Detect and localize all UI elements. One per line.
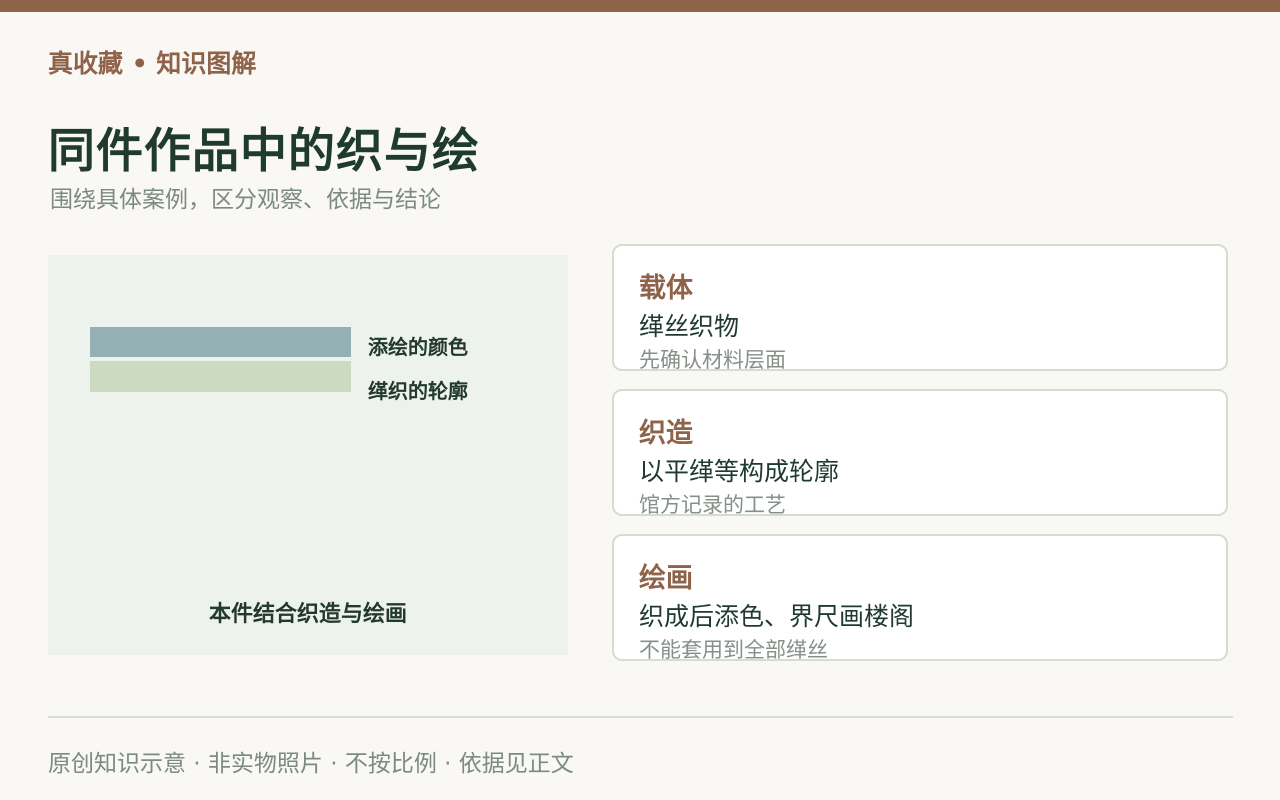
painted-color-label: 添绘的颜色 <box>368 335 468 359</box>
page-subtitle: 围绕具体案例，区分观察、依据与结论 <box>50 187 441 213</box>
page: 真收藏 • 知识图解 同件作品中的织与绘 围绕具体案例，区分观察、依据与结论 添… <box>0 0 1280 800</box>
woven-outline-label: 缂织的轮廓 <box>368 379 468 403</box>
card-note: 不能套用到全部缂丝 <box>639 638 828 661</box>
woven-outline-layer <box>90 361 351 392</box>
info-card-weaving: 织造 以平缂等构成轮廓 馆方记录的工艺 <box>612 389 1228 516</box>
brand-label: 真收藏 • 知识图解 <box>48 49 257 78</box>
footer-divider <box>48 716 1233 718</box>
card-note: 先确认材料层面 <box>639 348 786 371</box>
card-title: 织造 <box>639 418 693 449</box>
page-title: 同件作品中的织与绘 <box>48 124 480 179</box>
info-card-carrier: 载体 缂丝织物 先确认材料层面 <box>612 244 1228 371</box>
top-accent-bar <box>0 0 1280 12</box>
layer-diagram: 添绘的颜色 缂织的轮廓 本件结合织造与绘画 <box>48 255 568 655</box>
info-card-painting: 绘画 织成后添色、界尺画楼阁 不能套用到全部缂丝 <box>612 534 1228 661</box>
card-note: 馆方记录的工艺 <box>639 493 786 516</box>
card-title: 载体 <box>639 273 693 304</box>
card-value: 织成后添色、界尺画楼阁 <box>639 602 915 631</box>
footer-note: 原创知识示意 · 非实物照片 · 不按比例 · 依据见正文 <box>48 751 574 777</box>
diagram-caption: 本件结合织造与绘画 <box>208 602 407 627</box>
card-value: 以平缂等构成轮廓 <box>639 457 840 486</box>
card-value: 缂丝织物 <box>639 312 740 341</box>
card-title: 绘画 <box>639 563 693 594</box>
painted-color-layer <box>90 327 351 357</box>
